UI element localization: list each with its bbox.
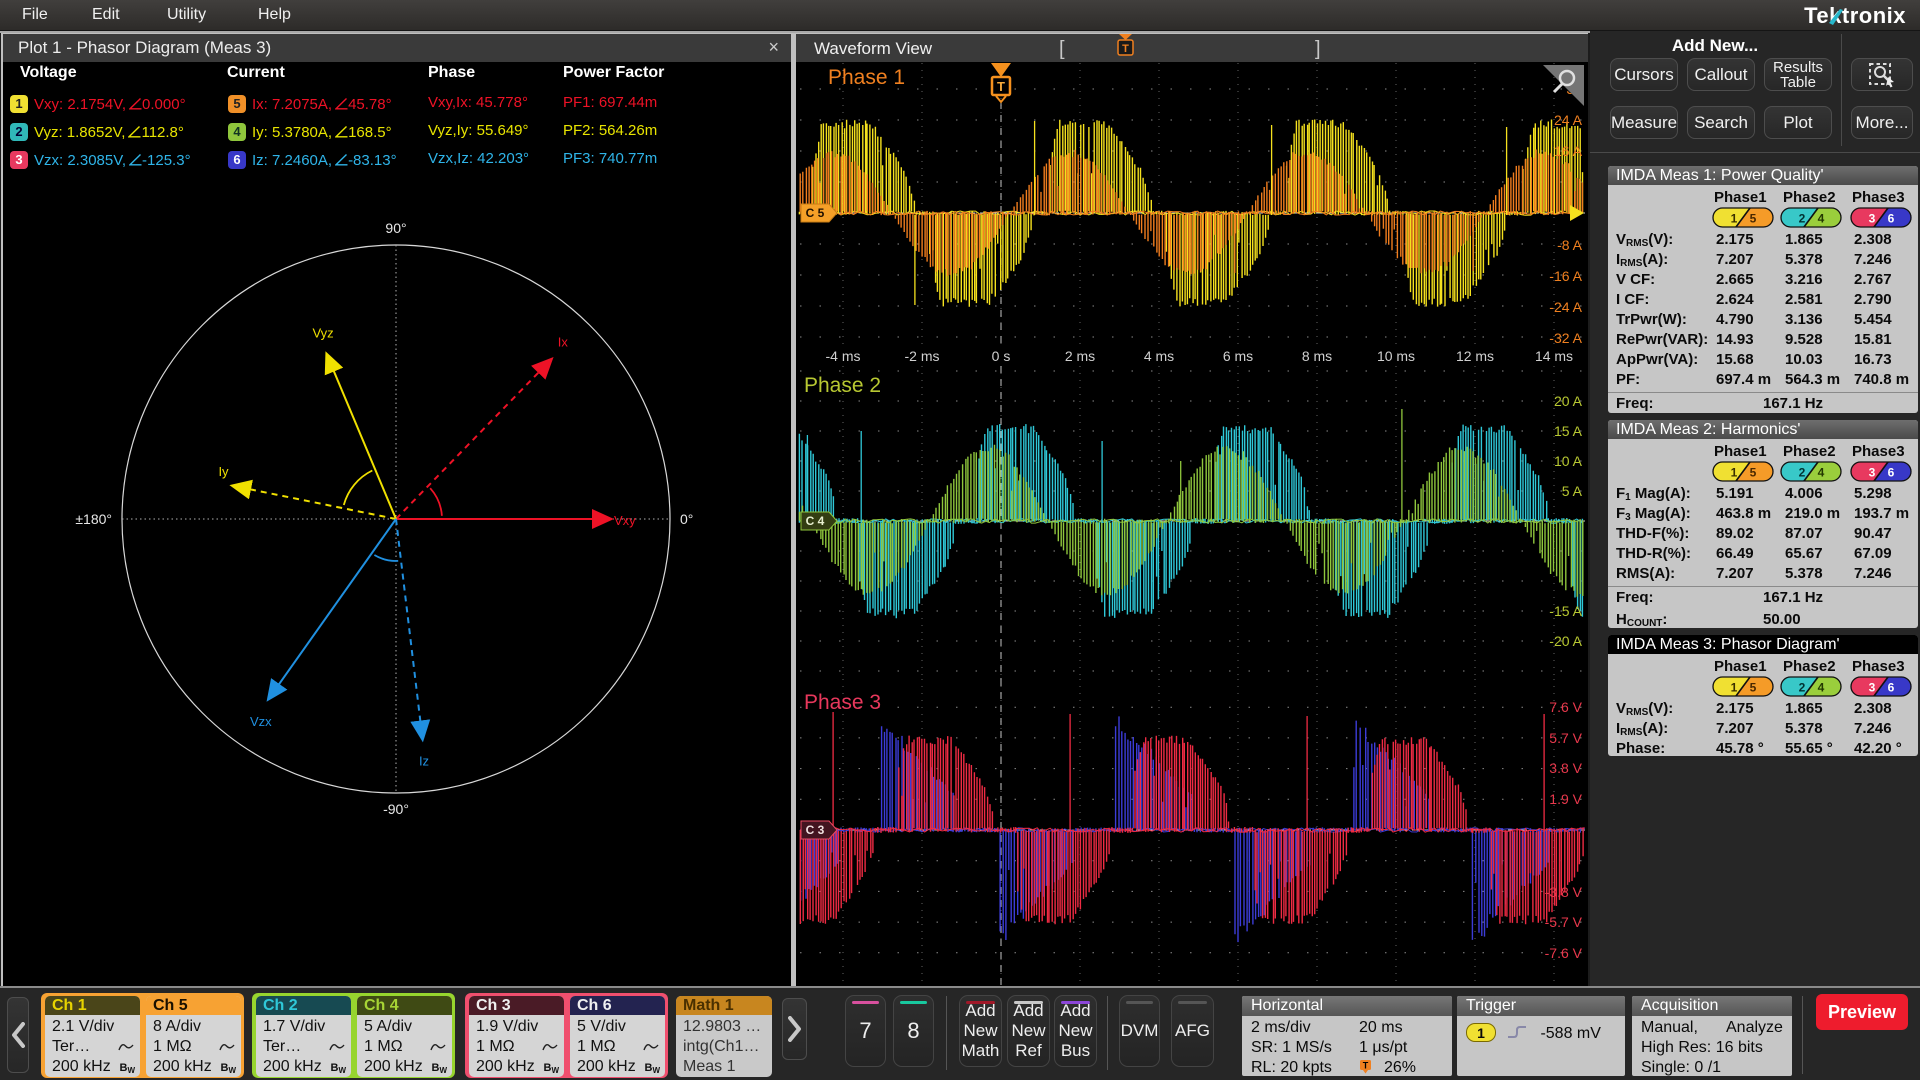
svg-text:20 A: 20 A [1554, 393, 1583, 409]
svg-text:Vxy: Vxy [614, 513, 636, 528]
svg-text:Ix: Ix [558, 335, 569, 350]
svg-text:Phase 2: Phase 2 [804, 374, 881, 397]
svg-text:6 ms: 6 ms [1223, 348, 1253, 364]
svg-text:-7.6 V: -7.6 V [1545, 945, 1583, 961]
svg-text:T: T [997, 79, 1005, 94]
svg-text:12 ms: 12 ms [1456, 348, 1494, 364]
svg-text:1: 1 [1731, 466, 1738, 480]
svg-text:C 5: C 5 [806, 206, 825, 220]
svg-text:Phase 1: Phase 1 [828, 66, 905, 89]
svg-text:-15 A: -15 A [1549, 603, 1582, 619]
svg-text:C 4: C 4 [806, 514, 825, 528]
svg-text:-3.8 V: -3.8 V [1545, 884, 1583, 900]
svg-text:-32 A: -32 A [1549, 330, 1582, 346]
svg-text:-8 A: -8 A [1557, 237, 1583, 253]
svg-text:3: 3 [1869, 466, 1876, 480]
svg-text:3: 3 [1869, 212, 1876, 226]
svg-text:-24 A: -24 A [1549, 299, 1582, 315]
svg-text:1.9 V: 1.9 V [1549, 791, 1582, 807]
svg-text:7.6 V: 7.6 V [1549, 699, 1582, 715]
svg-text:T: T [1363, 1061, 1369, 1071]
svg-text:Vyz: Vyz [312, 326, 333, 341]
svg-text:3: 3 [1869, 681, 1876, 695]
svg-text:10 A: 10 A [1554, 453, 1583, 469]
svg-text:2: 2 [1799, 681, 1806, 695]
svg-text:Vzx: Vzx [250, 714, 272, 729]
svg-text:1: 1 [1731, 212, 1738, 226]
svg-text:24 A: 24 A [1554, 112, 1583, 128]
svg-text:3.8 V: 3.8 V [1549, 760, 1582, 776]
svg-text:Iz: Iz [419, 753, 429, 768]
svg-text:Waveform View: Waveform View [814, 39, 933, 58]
svg-text:6: 6 [1888, 212, 1895, 226]
svg-text:2: 2 [1799, 212, 1806, 226]
svg-text:5: 5 [1750, 466, 1757, 480]
svg-text:4: 4 [1818, 466, 1825, 480]
svg-text:6: 6 [1888, 466, 1895, 480]
svg-text:0°: 0° [680, 511, 693, 527]
svg-text:-20 A: -20 A [1549, 633, 1582, 649]
svg-text:-4 ms: -4 ms [826, 348, 861, 364]
svg-text:[: [ [1059, 38, 1065, 60]
svg-text:5: 5 [1750, 681, 1757, 695]
svg-text:T: T [1122, 43, 1129, 55]
svg-text:14 ms: 14 ms [1535, 348, 1573, 364]
svg-text:1: 1 [1731, 681, 1738, 695]
svg-text:-2 ms: -2 ms [905, 348, 940, 364]
svg-text:2: 2 [1799, 466, 1806, 480]
svg-text:16 A: 16 A [1554, 143, 1583, 159]
svg-text:C 3: C 3 [806, 823, 825, 837]
svg-text:5: 5 [1750, 212, 1757, 226]
svg-text:0 s: 0 s [992, 348, 1011, 364]
svg-text:5 A: 5 A [1562, 483, 1583, 499]
svg-text:2 ms: 2 ms [1065, 348, 1095, 364]
svg-text:Iy: Iy [218, 464, 229, 479]
svg-text:Phase 3: Phase 3 [804, 691, 881, 714]
svg-text:8 ms: 8 ms [1302, 348, 1332, 364]
svg-text:90°: 90° [385, 220, 406, 236]
svg-text:±180°: ±180° [75, 511, 112, 527]
svg-text:4 ms: 4 ms [1144, 348, 1174, 364]
svg-text:15 A: 15 A [1554, 423, 1583, 439]
svg-text:4: 4 [1818, 681, 1825, 695]
svg-text:4: 4 [1818, 212, 1825, 226]
svg-text:-90°: -90° [383, 801, 409, 817]
svg-text:5.7 V: 5.7 V [1549, 730, 1582, 746]
svg-text:-16 A: -16 A [1549, 268, 1582, 284]
svg-text:-5.7 V: -5.7 V [1545, 914, 1583, 930]
svg-text:10 ms: 10 ms [1377, 348, 1415, 364]
svg-text:]: ] [1315, 38, 1321, 60]
svg-text:6: 6 [1888, 681, 1895, 695]
